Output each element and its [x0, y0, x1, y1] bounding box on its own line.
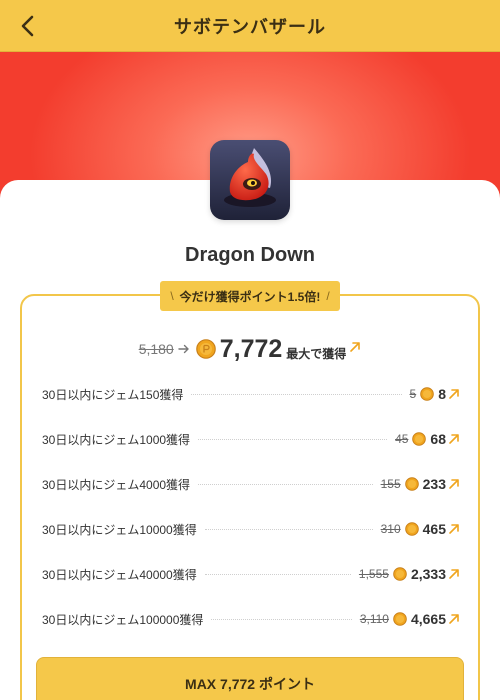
- dotted-leader: [198, 483, 373, 485]
- dotted-leader: [204, 573, 351, 575]
- task-row[interactable]: 30日以内にジェム150獲得 5 8: [42, 384, 460, 404]
- promo-text: 今だけ獲得ポイント1.5倍!: [179, 289, 321, 304]
- max-points-button[interactable]: MAX 7,772 ポイント: [36, 657, 464, 700]
- coin-icon: [420, 387, 434, 401]
- task-new-points: 2,333: [410, 566, 446, 582]
- new-total-points: 7,772: [219, 334, 283, 363]
- coin-icon: [393, 612, 407, 626]
- task-row[interactable]: 30日以内にジェム4000獲得 155 233: [42, 474, 460, 494]
- dotted-leader: [191, 393, 402, 395]
- max-earn-label: 最大で獲得: [286, 346, 347, 361]
- task-label: 30日以内にジェム10000獲得: [42, 522, 197, 537]
- header-bar: サボテンバザール: [0, 0, 500, 52]
- arrow-up-right-icon: [449, 479, 459, 489]
- task-row[interactable]: 30日以内にジェム10000獲得 310 465: [42, 519, 460, 539]
- dotted-leader: [204, 528, 373, 530]
- arrow-up-right-icon: [449, 569, 459, 579]
- task-old-points: 155: [380, 477, 401, 491]
- arrow-up-right-icon: [449, 614, 459, 624]
- task-old-points: 1,555: [358, 567, 389, 581]
- promo-slash-left: \: [170, 289, 174, 303]
- arrow-up-right-icon: [449, 389, 459, 399]
- task-old-points: 5: [409, 387, 417, 401]
- task-label: 30日以内にジェム4000獲得: [42, 477, 191, 492]
- coin-icon: [195, 339, 216, 359]
- dotted-leader: [211, 618, 352, 620]
- promo-slash-right: /: [326, 289, 330, 303]
- task-label: 30日以内にジェム150獲得: [42, 387, 184, 402]
- task-new-points: 233: [422, 476, 446, 492]
- task-label: 30日以内にジェム40000獲得: [42, 567, 197, 582]
- task-new-points: 68: [430, 431, 446, 447]
- back-button[interactable]: [12, 10, 44, 42]
- coin-icon: [412, 432, 427, 446]
- promo-badge: \ 今だけ獲得ポイント1.5倍! /: [160, 281, 340, 311]
- task-label: 30日以内にジェム100000獲得: [42, 612, 204, 627]
- chevron-left-icon: [21, 15, 34, 37]
- task-row[interactable]: 30日以内にジェム1000獲得 45 68: [42, 429, 460, 449]
- app-icon: [210, 140, 290, 220]
- old-total-points: 5,180: [138, 341, 174, 357]
- arrow-up-right-icon: [350, 342, 361, 352]
- task-row[interactable]: 30日以内にジェム40000獲得 1,555 2,333: [42, 564, 460, 584]
- coin-icon: [404, 477, 419, 491]
- page-title: サボテンバザール: [174, 16, 326, 37]
- arrow-up-right-icon: [449, 434, 459, 444]
- coin-icon: [404, 522, 419, 536]
- task-label: 30日以内にジェム1000獲得: [42, 432, 191, 447]
- task-old-points: 3,110: [359, 612, 389, 626]
- arrow-up-right-icon: [449, 524, 459, 534]
- task-new-points: 4,665: [410, 611, 446, 627]
- dotted-leader: [198, 438, 388, 440]
- task-old-points: 310: [380, 522, 401, 536]
- app-name: Dragon Down: [185, 244, 315, 266]
- total-summary: 5,180 7,772 最大で獲得: [0, 334, 500, 364]
- task-new-points: 465: [422, 521, 446, 537]
- coin-icon: [393, 567, 407, 581]
- arrow-right-icon: [178, 343, 190, 355]
- task-row[interactable]: 30日以内にジェム100000獲得 3,110 4,665: [42, 609, 460, 629]
- task-old-points: 45: [395, 432, 409, 446]
- task-new-points: 8: [438, 386, 446, 402]
